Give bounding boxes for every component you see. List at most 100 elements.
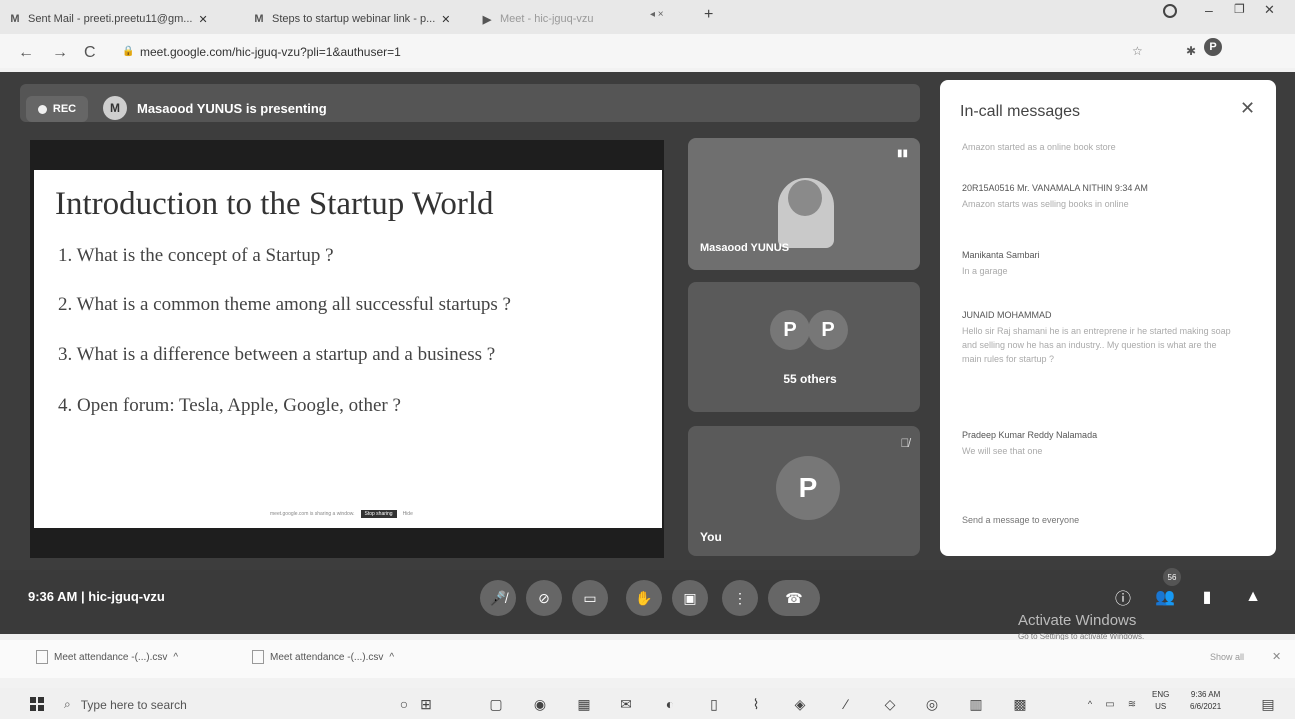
wifi-icon[interactable]: ≋: [1122, 695, 1142, 713]
people-button[interactable]: 👥: [1152, 584, 1178, 610]
record-icon[interactable]: [1163, 4, 1177, 18]
meeting-details-button[interactable]: ⓘ: [1110, 584, 1136, 610]
chat-button[interactable]: ▮: [1194, 584, 1220, 610]
store-icon[interactable]: ▦: [574, 695, 594, 713]
mic-toggle-button[interactable]: 🎤̸: [480, 580, 516, 616]
app-icon[interactable]: ⌇: [746, 695, 766, 713]
lang-code: ENG: [1152, 690, 1170, 699]
minimize-button[interactable]: –: [1205, 2, 1213, 18]
tab-close-icon[interactable]: ✕: [441, 13, 450, 26]
app-icon[interactable]: ◇: [880, 695, 900, 713]
search-placeholder: Type here to search: [80, 697, 187, 712]
participant-avatar: P: [770, 310, 810, 350]
clock-time: 9:36 AM: [1190, 690, 1221, 699]
browser-icon[interactable]: ◐: [660, 695, 680, 713]
url-field[interactable]: meet.google.com/hic-jguq-vzu?pli=1&authu…: [140, 45, 401, 59]
close-window-button[interactable]: ✕: [1264, 2, 1275, 18]
cortana-icon[interactable]: ○: [394, 695, 414, 713]
presenter-head: [788, 180, 822, 216]
new-tab-button[interactable]: +: [704, 6, 713, 24]
app-icon[interactable]: ◎: [922, 695, 942, 713]
sharing-notice: meet.google.com is sharing a window. Sto…: [270, 510, 413, 518]
tab-close-icon[interactable]: ✕: [198, 13, 207, 26]
clock-date: 6/6/2021: [1190, 702, 1222, 711]
meeting-info: 9:36 AM | hic-jguq-vzu: [28, 589, 165, 604]
message-text: Hello sir Raj shamani he is an entrepren…: [962, 326, 1231, 364]
raise-hand-button[interactable]: ✋: [626, 580, 662, 616]
app-icon[interactable]: ∕: [836, 695, 856, 713]
tab-webinar-link[interactable]: M Steps to startup webinar link - p... ✕: [252, 8, 472, 30]
file-icon: [36, 650, 48, 664]
mic-off-icon: 🎙̸: [900, 436, 910, 450]
show-all-link[interactable]: Show all: [1210, 652, 1244, 662]
file-icon: [252, 650, 264, 664]
hand-icon: ✋: [635, 589, 653, 606]
camera-toggle-button[interactable]: ⊘: [526, 580, 562, 616]
activate-windows-watermark: Activate Windows: [1018, 612, 1137, 629]
panel-title: In-call messages: [960, 103, 1081, 120]
present-icon: ▣: [683, 589, 697, 606]
app-icon[interactable]: ▥: [966, 695, 986, 713]
slide-item: 2. What is a common theme among all succ…: [58, 294, 511, 315]
taskbar-search[interactable]: ⌕ Type here to search: [64, 697, 187, 712]
message-sender: Manikanta Sambari: [962, 250, 1040, 260]
captions-button[interactable]: ▭: [572, 580, 608, 616]
speaker-icon[interactable]: ◂ ×: [650, 9, 664, 20]
chevron-up-icon[interactable]: ^: [389, 652, 394, 663]
presenter-avatar: M: [103, 96, 127, 120]
close-icon[interactable]: ✕: [1272, 650, 1281, 663]
close-icon[interactable]: ✕: [1240, 98, 1255, 119]
reload-icon[interactable]: C: [84, 44, 96, 62]
message-text: In a garage: [962, 266, 1008, 276]
tab-label: Steps to startup webinar link - p...: [272, 13, 436, 25]
self-avatar: P: [776, 456, 840, 520]
presenting-text: Masaood YUNUS is presenting: [137, 100, 327, 116]
meet-icon: ▶: [482, 13, 492, 26]
star-icon[interactable]: ☆: [1132, 44, 1143, 58]
windows-start-icon[interactable]: [30, 697, 44, 711]
message-sender: Pradeep Kumar Reddy Nalamada: [962, 430, 1098, 440]
hide-button[interactable]: Hide: [403, 511, 413, 517]
battery-icon[interactable]: ▭: [1100, 695, 1120, 713]
message-input[interactable]: [960, 508, 1254, 532]
clock[interactable]: 9:36 AM 6/6/2021: [1190, 689, 1221, 713]
meeting-code: hic-jguq-vzu: [88, 589, 165, 604]
task-view-icon[interactable]: ⊞: [416, 695, 436, 713]
message-text: Amazon starts was selling books in onlin…: [962, 199, 1129, 209]
message-sender: 20R15A0516 Mr. VANAMALA NITHIN 9:34 AM: [962, 183, 1148, 193]
photos-icon[interactable]: ▩: [1010, 695, 1030, 713]
chevron-up-icon[interactable]: ^: [173, 652, 178, 663]
sharing-notice-text: meet.google.com is sharing a window.: [270, 511, 355, 517]
mail-icon[interactable]: ✉: [616, 695, 636, 713]
chrome-icon[interactable]: ◉: [530, 695, 550, 713]
slide-item: 1. What is the concept of a Startup ?: [58, 245, 334, 266]
message-sender: JUNAID MOHAMMAD: [962, 310, 1052, 320]
more-vert-icon: ⋮: [733, 589, 747, 606]
language-indicator[interactable]: ENG US: [1152, 689, 1169, 713]
tray-chevron-icon[interactable]: ^: [1080, 695, 1100, 713]
tab-sent-mail[interactable]: M Sent Mail - preeti.preetu11@gm... ✕: [8, 8, 248, 30]
app-icon[interactable]: ◈: [790, 695, 810, 713]
forward-icon[interactable]: →: [52, 44, 68, 62]
participant-avatar: P: [808, 310, 848, 350]
others-tile[interactable]: [688, 282, 920, 412]
maximize-button[interactable]: ❐: [1234, 2, 1245, 16]
activities-button[interactable]: ▲: [1240, 584, 1266, 610]
extensions-icon[interactable]: ✱: [1186, 44, 1196, 58]
stop-sharing-button[interactable]: Stop sharing: [360, 510, 397, 518]
presenting-indicator: M Masaood YUNUS is presenting: [103, 94, 353, 122]
back-icon[interactable]: ←: [18, 44, 34, 62]
download-item[interactable]: Meet attendance -(...).csv ^: [36, 650, 178, 664]
slide-title: Introduction to the Startup World: [55, 186, 494, 222]
more-options-button[interactable]: ⋮: [722, 580, 758, 616]
profile-avatar[interactable]: P: [1204, 38, 1222, 56]
app-icon[interactable]: ▢: [486, 695, 506, 713]
gmail-icon: M: [10, 13, 20, 25]
file-explorer-icon[interactable]: ▯: [704, 695, 724, 713]
tab-label: Meet - hic-jguq-vzu: [500, 13, 594, 25]
download-item[interactable]: Meet attendance -(...).csv ^: [252, 650, 394, 664]
present-button[interactable]: ▣: [672, 580, 708, 616]
notifications-icon[interactable]: ▤: [1258, 695, 1278, 713]
tab-meet[interactable]: ▶ Meet - hic-jguq-vzu: [480, 8, 620, 30]
end-call-button[interactable]: ☎: [768, 580, 820, 616]
